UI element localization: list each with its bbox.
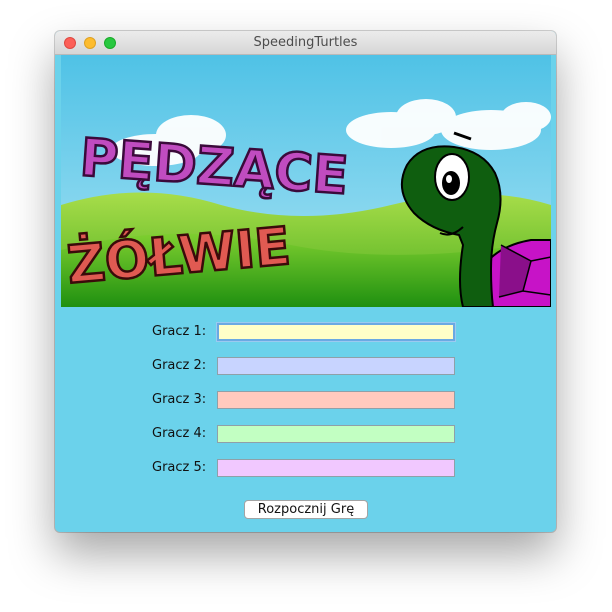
player-3-name-input[interactable]: [217, 391, 455, 409]
app-window: SpeedingTurtles PĘDZĄCE ŻÓŁWIE Gracz 1: …: [55, 31, 556, 532]
player-1-label: Gracz 1:: [152, 324, 207, 339]
player-row-5: Gracz 5:: [55, 459, 556, 479]
player-row-2: Gracz 2:: [55, 357, 556, 377]
player-2-label: Gracz 2:: [152, 358, 207, 373]
player-4-label: Gracz 4:: [152, 426, 207, 441]
player-row-1: Gracz 1:: [55, 323, 556, 343]
player-2-name-input[interactable]: [217, 357, 455, 375]
player-3-label: Gracz 3:: [152, 392, 207, 407]
start-game-button[interactable]: Rozpocznij Grę: [244, 500, 368, 519]
window-title: SpeedingTurtles: [253, 35, 358, 50]
player-row-4: Gracz 4:: [55, 425, 556, 445]
game-banner: PĘDZĄCE ŻÓŁWIE: [61, 55, 551, 307]
player-1-name-input[interactable]: [217, 323, 455, 341]
title-bar[interactable]: SpeedingTurtles: [55, 31, 556, 55]
player-4-name-input[interactable]: [217, 425, 455, 443]
player-row-3: Gracz 3:: [55, 391, 556, 411]
player-5-name-input[interactable]: [217, 459, 455, 477]
player-5-label: Gracz 5:: [152, 460, 207, 475]
